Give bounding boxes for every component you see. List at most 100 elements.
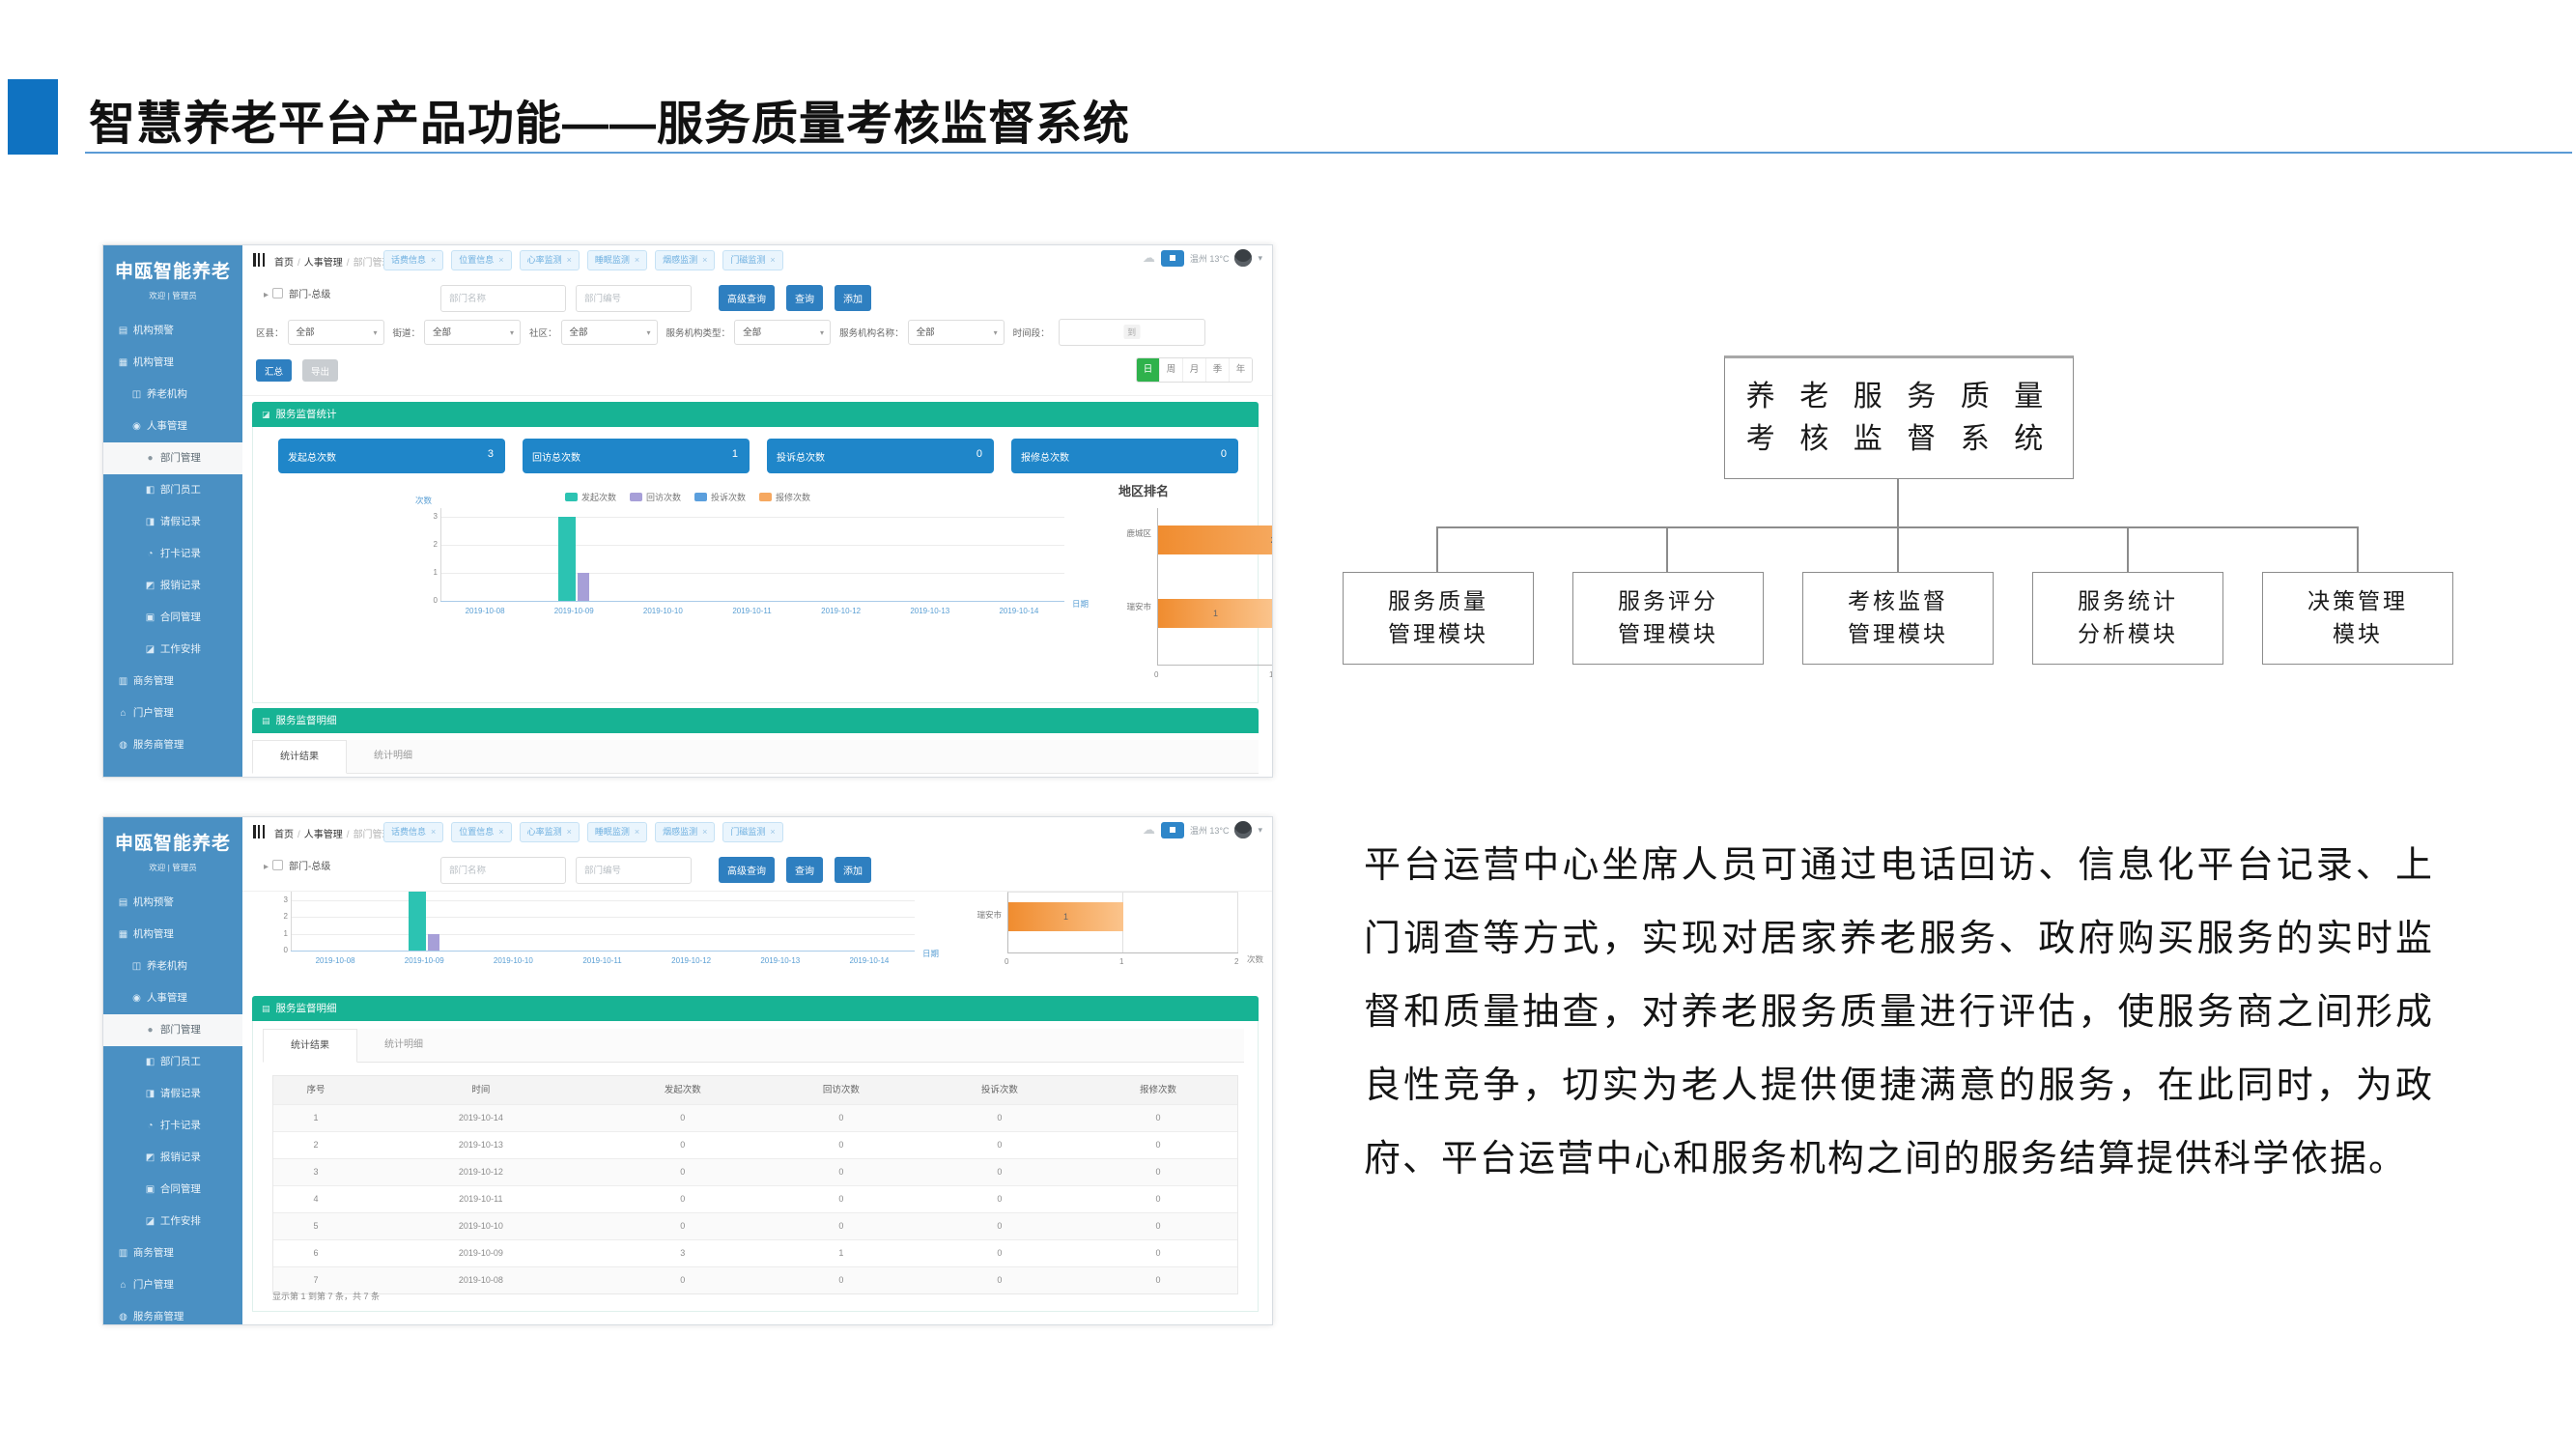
tab-chip[interactable]: 心率监测×	[520, 250, 580, 270]
department-code-input[interactable]	[576, 285, 692, 312]
tab-chip[interactable]: 话费信息×	[383, 250, 443, 270]
period-tab[interactable]: 月	[1182, 358, 1205, 382]
tab-chip[interactable]: 睡眠监测×	[587, 250, 647, 270]
sidebar-item[interactable]: ● 部门管理	[103, 1014, 242, 1046]
sidebar-item[interactable]: ▥ 商务管理	[103, 666, 242, 697]
export-button[interactable]: 导出	[302, 359, 338, 382]
chip-close-icon[interactable]: ×	[770, 255, 775, 265]
period-tab[interactable]: 年	[1229, 358, 1252, 382]
legend-item[interactable]: 发起次数	[565, 491, 616, 503]
tab-chip[interactable]: 话费信息×	[383, 822, 443, 842]
tab-chip[interactable]: 位置信息×	[451, 250, 511, 270]
notification-badge[interactable]	[1161, 822, 1184, 838]
filter-select[interactable]: 社区：全部▾	[529, 320, 658, 345]
tab-chip[interactable]: 位置信息×	[451, 822, 511, 842]
sidebar-item[interactable]: ◧ 部门员工	[103, 474, 242, 506]
tab-chip[interactable]: 烟感监测×	[655, 250, 715, 270]
sidebar-item[interactable]: ▦ 机构管理	[103, 919, 242, 951]
tab-chip[interactable]: 门磁监测×	[722, 250, 782, 270]
sidebar-item[interactable]: ▦ 机构管理	[103, 347, 242, 379]
chip-close-icon[interactable]: ×	[770, 827, 775, 837]
filter-select-value[interactable]: 全部▾	[734, 320, 831, 345]
tab[interactable]: 统计明细	[357, 1029, 450, 1061]
filter-select-value[interactable]: 全部▾	[424, 320, 521, 345]
sidebar-item[interactable]: ⌂ 门户管理	[103, 1269, 242, 1301]
tab[interactable]: 统计明细	[347, 740, 439, 772]
sidebar-item[interactable]: ▤ 机构预警	[103, 887, 242, 919]
tree-caret-icon[interactable]: ▸	[264, 862, 269, 872]
advanced-search-button[interactable]: 高级查询	[719, 857, 775, 883]
sidebar-item[interactable]: ▣ 合同管理	[103, 1174, 242, 1206]
sidebar-toggle-icon[interactable]	[253, 825, 265, 838]
department-name-input[interactable]	[440, 285, 566, 312]
add-button[interactable]: 添加	[835, 857, 871, 883]
add-button[interactable]: 添加	[835, 285, 871, 311]
sidebar-toggle-icon[interactable]	[253, 253, 265, 267]
chevron-down-icon[interactable]: ▾	[1258, 253, 1262, 264]
tab-chip[interactable]: 门磁监测×	[722, 822, 782, 842]
chevron-down-icon[interactable]: ▾	[1258, 825, 1262, 836]
filter-select-value[interactable]: 全部▾	[288, 320, 384, 345]
chip-close-icon[interactable]: ×	[431, 255, 436, 265]
department-code-input[interactable]	[576, 857, 692, 884]
chip-close-icon[interactable]: ×	[498, 255, 503, 265]
sidebar-item[interactable]: ◍ 服务商管理	[103, 729, 242, 761]
sidebar-item[interactable]: ◉ 人事管理	[103, 411, 242, 442]
chip-close-icon[interactable]: ×	[567, 255, 572, 265]
sidebar-item[interactable]: ▣ 合同管理	[103, 602, 242, 634]
search-button[interactable]: 查询	[786, 857, 823, 883]
date-range-input[interactable]: 到	[1059, 319, 1205, 346]
sidebar-item[interactable]: ◉ 人事管理	[103, 982, 242, 1014]
breadcrumb-item[interactable]: 人事管理	[304, 254, 350, 269]
chip-close-icon[interactable]: ×	[702, 255, 707, 265]
sidebar-item[interactable]: ◩ 报销记录	[103, 1142, 242, 1174]
breadcrumb-item[interactable]: 人事管理	[304, 826, 350, 840]
advanced-search-button[interactable]: 高级查询	[719, 285, 775, 311]
sidebar-item[interactable]: ◔ 打卡记录	[103, 538, 242, 570]
filter-select[interactable]: 服务机构名称：全部▾	[839, 320, 1005, 345]
chip-close-icon[interactable]: ×	[567, 827, 572, 837]
chip-close-icon[interactable]: ×	[635, 255, 639, 265]
sidebar-item[interactable]: ◩ 报销记录	[103, 570, 242, 602]
tab-chip[interactable]: 烟感监测×	[655, 822, 715, 842]
legend-item[interactable]: 报修次数	[759, 491, 810, 503]
breadcrumb-item[interactable]: 首页	[274, 254, 300, 269]
filter-select-value[interactable]: 全部▾	[561, 320, 658, 345]
chip-close-icon[interactable]: ×	[498, 827, 503, 837]
sidebar-item[interactable]: ◪ 工作安排	[103, 1206, 242, 1237]
legend-item[interactable]: 回访次数	[630, 491, 681, 503]
sidebar-item[interactable]: ● 部门管理	[103, 442, 242, 474]
department-name-input[interactable]	[440, 857, 566, 884]
tab-chip[interactable]: 心率监测×	[520, 822, 580, 842]
summary-button[interactable]: 汇总	[256, 359, 292, 382]
chip-close-icon[interactable]: ×	[702, 827, 707, 837]
search-button[interactable]: 查询	[786, 285, 823, 311]
stat-card[interactable]: 报修总次数0	[1011, 439, 1238, 473]
filter-select-value[interactable]: 全部▾	[908, 320, 1005, 345]
tab[interactable]: 统计结果	[252, 740, 347, 774]
filter-select[interactable]: 街道：全部▾	[393, 320, 522, 345]
tab-chip[interactable]: 睡眠监测×	[587, 822, 647, 842]
breadcrumb-item[interactable]: 首页	[274, 826, 300, 840]
sidebar-item[interactable]: ⌂ 门户管理	[103, 697, 242, 729]
period-tab[interactable]: 周	[1159, 358, 1182, 382]
sidebar-item[interactable]: ◫ 养老机构	[103, 951, 242, 982]
sidebar-item[interactable]: ◨ 请假记录	[103, 1078, 242, 1110]
sidebar-item[interactable]: ▤ 机构预警	[103, 315, 242, 347]
sidebar-item[interactable]: ▥ 商务管理	[103, 1237, 242, 1269]
sidebar-item[interactable]: ◫ 养老机构	[103, 379, 242, 411]
notification-badge[interactable]	[1161, 250, 1184, 267]
sidebar-item[interactable]: ◔ 打卡记录	[103, 1110, 242, 1142]
period-tab[interactable]: 日	[1137, 358, 1159, 382]
tree-checkbox[interactable]	[272, 288, 283, 298]
department-tree-node[interactable]: ▸部门-总级	[264, 858, 330, 872]
sidebar-item[interactable]: ◨ 请假记录	[103, 506, 242, 538]
chip-close-icon[interactable]: ×	[635, 827, 639, 837]
tree-checkbox[interactable]	[272, 860, 283, 870]
sidebar-item[interactable]: ◍ 服务商管理	[103, 1301, 242, 1324]
filter-select[interactable]: 区县：全部▾	[256, 320, 384, 345]
avatar[interactable]	[1234, 249, 1252, 267]
legend-item[interactable]: 投诉次数	[694, 491, 746, 503]
period-tab[interactable]: 季	[1205, 358, 1229, 382]
tab[interactable]: 统计结果	[263, 1029, 357, 1063]
